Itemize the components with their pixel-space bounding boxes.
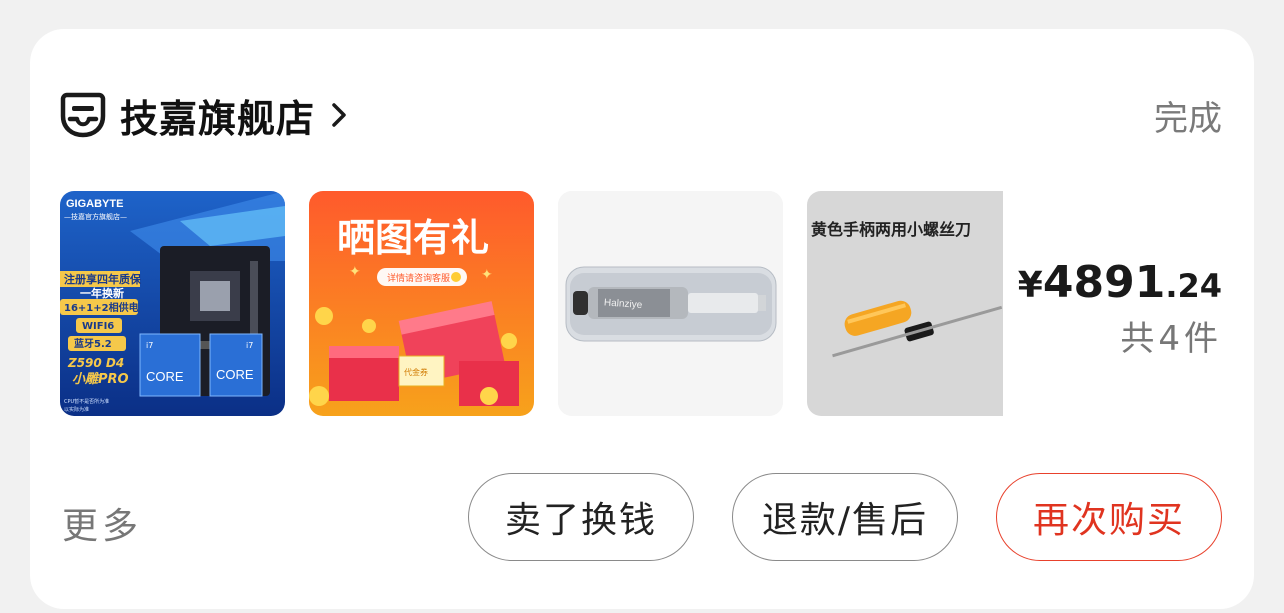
product-text: CPU暂不是否所为准 xyxy=(64,398,109,405)
refund-aftersale-button[interactable]: 退款/售后 xyxy=(732,473,958,561)
screwdriver-thumbnail[interactable]: 黄色手柄两用小螺丝刀 xyxy=(807,191,1003,416)
product-text: 一年换新 xyxy=(80,286,124,300)
product-text: 16+1+2相供电 xyxy=(64,301,139,314)
rebuy-button[interactable]: 再次购买 xyxy=(996,473,1222,561)
product-text: i7 xyxy=(146,341,153,350)
store-name[interactable]: 技嘉旗舰店 xyxy=(120,88,315,143)
price-decimal: .24 xyxy=(1165,267,1222,305)
product-text: 详情请咨询客服 xyxy=(387,272,450,284)
product-text: i7 xyxy=(246,341,253,350)
product-text: 代金券 xyxy=(404,367,428,377)
svg-text:✦: ✦ xyxy=(349,264,361,280)
sell-button[interactable]: 卖了换钱 xyxy=(468,473,694,561)
product-text: GIGABYTE xyxy=(66,198,123,210)
order-card[interactable]: 技嘉旗舰店 完成 GIGABYTE —技嘉官方旗舰店— 注册享四年质保 一年换新… xyxy=(30,29,1254,609)
order-price-block: ¥4891.24 共4件 xyxy=(1018,255,1222,362)
chevron-right-icon[interactable] xyxy=(329,101,349,129)
order-status: 完成 xyxy=(1154,99,1222,139)
product-text: 蓝牙5.2 xyxy=(74,337,112,350)
store-header[interactable]: 技嘉旗舰店 xyxy=(60,87,349,143)
thermal-paste-thumbnail[interactable]: Halnziye xyxy=(558,191,783,416)
svg-text:✦: ✦ xyxy=(481,267,493,283)
review-gift-thumbnail[interactable]: 晒图有礼 详情请咨询客服 ✦ ✦ 代金券 xyxy=(309,191,534,416)
product-text: CORE xyxy=(216,367,254,382)
order-price: ¥4891.24 xyxy=(1018,255,1222,314)
product-text: 黄色手柄两用小螺丝刀 xyxy=(811,220,971,239)
price-currency: ¥ xyxy=(1017,265,1043,306)
item-count: 共4件 xyxy=(1120,319,1222,359)
product-text: 晒图有礼 xyxy=(337,216,489,260)
motherboard-thumbnail[interactable]: GIGABYTE —技嘉官方旗舰店— 注册享四年质保 一年换新 16+1+2相供… xyxy=(60,191,285,416)
product-text: Z590 D4 xyxy=(67,356,124,370)
store-face-icon xyxy=(60,92,106,138)
product-text: 以实际为准 xyxy=(64,406,89,413)
product-text: 小雕PRO xyxy=(72,371,129,387)
product-text: —技嘉官方旗舰店— xyxy=(64,212,127,221)
price-integer: 4891 xyxy=(1042,257,1166,308)
product-text: WIFI6 xyxy=(82,321,114,332)
product-text: CORE xyxy=(146,369,184,384)
product-text: 注册享四年质保 xyxy=(64,272,142,286)
more-link[interactable]: 更多 xyxy=(62,497,142,549)
